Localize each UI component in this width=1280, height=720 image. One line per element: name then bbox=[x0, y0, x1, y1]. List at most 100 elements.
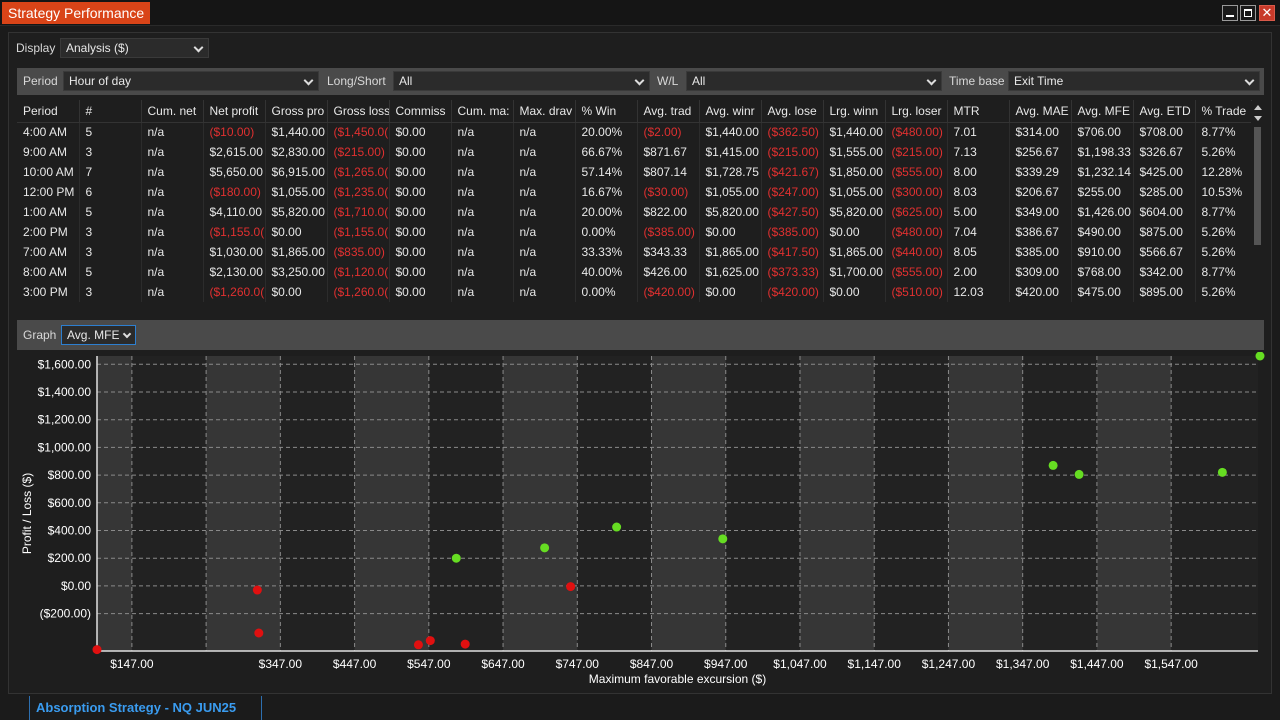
table-row[interactable]: 2:00 PM 3 n/a ($1,155.0($0.00 ($1,155.0($0.0… bbox=[17, 222, 1252, 242]
table-row[interactable]: 4:00 AM 5 n/a ($10.00) $1,440.00 ($1,450.0($0… bbox=[17, 122, 1252, 142]
table-row[interactable]: 12:00 PM 6 n/a ($180.00) $1,055.00 ($1,235.0(… bbox=[17, 182, 1252, 202]
table-cell: 8.03 bbox=[947, 182, 1010, 202]
column-header[interactable]: Net profit bbox=[203, 100, 266, 123]
y-tick-label: $1,400.00 bbox=[38, 385, 92, 399]
table-cell: ($215.00) bbox=[761, 142, 824, 162]
table-cell: n/a bbox=[513, 182, 576, 202]
table-cell: $1,728.75 bbox=[699, 162, 762, 182]
column-header[interactable]: Period bbox=[17, 100, 80, 123]
performance-table: Period # Cum. net Net profit Gross pro Gross … bbox=[17, 100, 1266, 312]
table-cell: n/a bbox=[451, 162, 514, 182]
graph-bar: Graph Avg. MFE bbox=[17, 320, 1264, 350]
scroll-up-icon[interactable] bbox=[1254, 105, 1262, 110]
table-cell: $708.00 bbox=[1133, 122, 1196, 142]
period-select[interactable]: Hour of day bbox=[63, 71, 319, 91]
chevron-down-icon bbox=[634, 75, 645, 86]
table-scrollbar[interactable] bbox=[1251, 101, 1264, 311]
y-tick-label: ($200.00) bbox=[40, 607, 91, 621]
table-cell: ($385.00) bbox=[637, 222, 700, 242]
column-header[interactable]: Avg. trad bbox=[637, 100, 700, 123]
wl-select[interactable]: All bbox=[686, 71, 942, 91]
table-row[interactable]: 1:00 AM 5 n/a $4,110.00 $5,820.00 ($1,710.0($… bbox=[17, 202, 1252, 222]
table-cell: $2,615.00 bbox=[203, 142, 266, 162]
table-cell: n/a bbox=[141, 242, 204, 262]
table-cell: 0.00% bbox=[575, 222, 638, 242]
column-header[interactable]: Avg. ETD bbox=[1133, 100, 1196, 123]
table-cell: ($362.50) bbox=[761, 122, 824, 142]
table-cell: ($180.00) bbox=[203, 182, 266, 202]
table-cell: $1,030.00 bbox=[203, 242, 266, 262]
strategy-tab[interactable]: Absorption Strategy - NQ JUN25 bbox=[29, 696, 262, 720]
table-cell: $604.00 bbox=[1133, 202, 1196, 222]
table-cell: 9:00 AM bbox=[17, 142, 80, 162]
table-row[interactable]: 10:00 AM 7 n/a $5,650.00 $6,915.00 ($1,265.0(… bbox=[17, 162, 1252, 182]
column-header[interactable]: Lrg. winn bbox=[823, 100, 886, 123]
table-cell: $339.29 bbox=[1009, 162, 1072, 182]
column-header[interactable]: % Win bbox=[575, 100, 638, 123]
table-cell: ($427.50) bbox=[761, 202, 824, 222]
table-cell: $3,250.00 bbox=[265, 262, 328, 282]
column-header[interactable]: Lrg. loser bbox=[885, 100, 948, 123]
table-cell: $1,625.00 bbox=[699, 262, 762, 282]
table-cell: $1,055.00 bbox=[699, 182, 762, 202]
scroll-down-icon[interactable] bbox=[1254, 116, 1262, 121]
table-cell: $5,650.00 bbox=[203, 162, 266, 182]
y-tick-label: $400.00 bbox=[48, 524, 92, 538]
table-cell: 40.00% bbox=[575, 262, 638, 282]
column-header[interactable]: Avg. MAE bbox=[1009, 100, 1072, 123]
column-header[interactable]: Gross pro bbox=[265, 100, 328, 123]
table-cell: $1,555.00 bbox=[823, 142, 886, 162]
period-label: Period bbox=[23, 74, 58, 88]
table-cell: 2.00 bbox=[947, 262, 1010, 282]
timebase-select[interactable]: Exit Time bbox=[1008, 71, 1260, 91]
column-header[interactable]: MTR bbox=[947, 100, 1010, 123]
table-cell: $0.00 bbox=[389, 282, 452, 302]
plot-band bbox=[948, 356, 1023, 651]
column-header[interactable]: # bbox=[79, 100, 142, 123]
table-cell: $314.00 bbox=[1009, 122, 1072, 142]
table-row[interactable]: 9:00 AM 3 n/a $2,615.00 $2,830.00 ($215.00) $0… bbox=[17, 142, 1252, 162]
table-cell: 6 bbox=[79, 182, 142, 202]
graph-select[interactable]: Avg. MFE bbox=[61, 325, 136, 345]
table-cell: 8.77% bbox=[1195, 122, 1252, 142]
column-header[interactable]: Cum. ma: bbox=[451, 100, 514, 123]
table-cell: ($1,120.0( bbox=[327, 262, 390, 282]
table-row[interactable]: 3:00 PM 3 n/a ($1,260.0($0.00 ($1,260.0($0.0… bbox=[17, 282, 1252, 302]
column-header[interactable]: % Trade bbox=[1195, 100, 1252, 123]
chevron-down-icon bbox=[303, 75, 314, 86]
minimize-icon[interactable] bbox=[1222, 5, 1238, 21]
display-select[interactable]: Analysis ($) bbox=[60, 38, 209, 58]
plot-band bbox=[651, 356, 726, 651]
wl-label: W/L bbox=[657, 74, 679, 88]
table-row[interactable]: 7:00 AM 3 n/a $1,030.00 $1,865.00 ($835.00) $0… bbox=[17, 242, 1252, 262]
table-row[interactable]: 8:00 AM 5 n/a $2,130.00 $3,250.00 ($1,120.0($… bbox=[17, 262, 1252, 282]
table-cell: 3 bbox=[79, 242, 142, 262]
table-cell: ($247.00) bbox=[761, 182, 824, 202]
table-cell: $342.00 bbox=[1133, 262, 1196, 282]
table-cell: n/a bbox=[451, 182, 514, 202]
table-cell: $807.14 bbox=[637, 162, 700, 182]
table-cell: n/a bbox=[141, 262, 204, 282]
column-header[interactable]: Avg. MFE bbox=[1071, 100, 1134, 123]
table-cell: $910.00 bbox=[1071, 242, 1134, 262]
close-icon[interactable]: ✕ bbox=[1259, 5, 1275, 21]
table-cell: $0.00 bbox=[389, 222, 452, 242]
longshort-select[interactable]: All bbox=[393, 71, 650, 91]
column-header[interactable]: Cum. net bbox=[141, 100, 204, 123]
column-header[interactable]: Avg. winr bbox=[699, 100, 762, 123]
scrollbar-thumb[interactable] bbox=[1254, 127, 1261, 245]
table-cell: $1,198.33 bbox=[1071, 142, 1134, 162]
column-header[interactable]: Avg. lose bbox=[761, 100, 824, 123]
display-label: Display bbox=[16, 41, 56, 55]
column-header[interactable]: Max. drav bbox=[513, 100, 576, 123]
table-cell: 8.05 bbox=[947, 242, 1010, 262]
scatter-chart: $1,600.00 $1,400.00 $1,200.00 $1,000.00 $800… bbox=[20, 352, 1265, 686]
data-point bbox=[1217, 467, 1227, 477]
maximize-icon[interactable] bbox=[1240, 5, 1256, 21]
table-cell: $1,426.00 bbox=[1071, 202, 1134, 222]
x-tick-label: $1,047.00 bbox=[773, 657, 827, 671]
column-header[interactable]: Commiss bbox=[389, 100, 452, 123]
table-cell: $1,865.00 bbox=[699, 242, 762, 262]
table-cell: $475.00 bbox=[1071, 282, 1134, 302]
column-header[interactable]: Gross loss bbox=[327, 100, 390, 123]
